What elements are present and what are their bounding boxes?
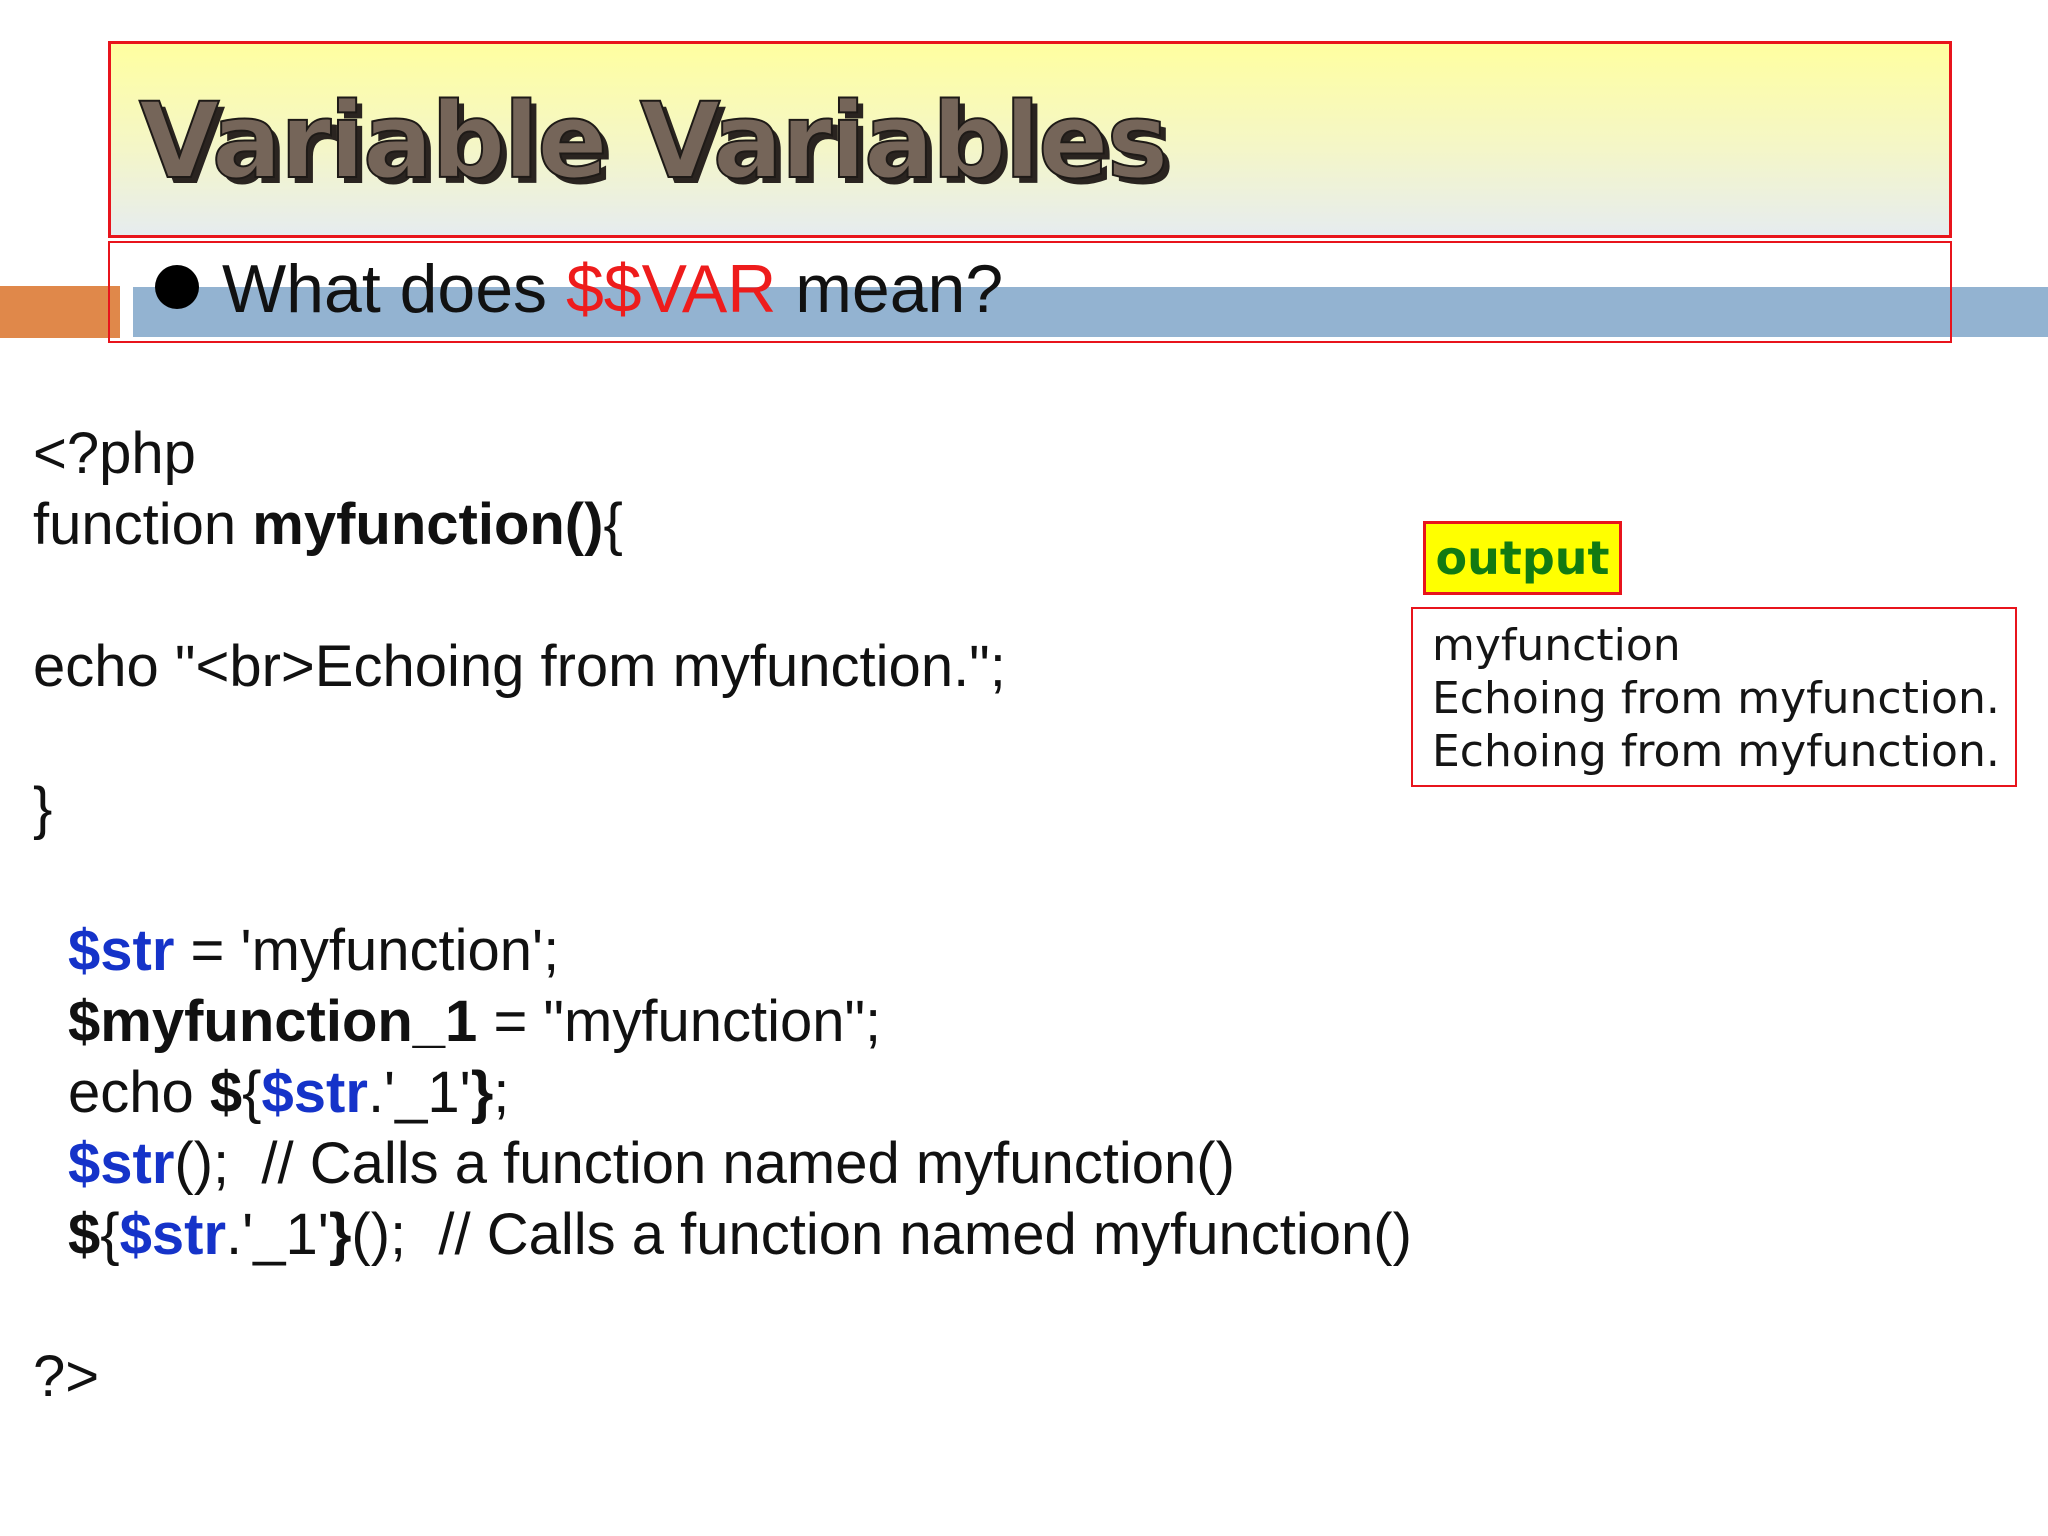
code-brace: { — [603, 492, 623, 557]
code-keyword: echo — [68, 1060, 210, 1125]
code-function-name: myfunction() — [252, 492, 604, 557]
code-text: (); // Calls a function named myfunction… — [174, 1131, 1235, 1196]
code-text: = 'myfunction'; — [174, 918, 560, 983]
code-variable: $str — [68, 918, 175, 983]
code-line: echo ${$str.'_1'}; — [33, 1057, 1412, 1128]
code-variable-bold: $myfunction_1 — [68, 989, 478, 1054]
code-brace: { — [242, 1060, 262, 1125]
code-dollar: $ — [209, 1060, 243, 1125]
output-box: myfunction Echoing from myfunction. Echo… — [1411, 607, 2017, 787]
code-dollar: $ — [68, 1202, 101, 1267]
code-text: = "myfunction"; — [477, 989, 882, 1054]
code-text: ; — [493, 1060, 510, 1125]
output-line: myfunction — [1432, 620, 1681, 671]
code-variable: $str — [261, 1060, 368, 1125]
code-text: .'_1' — [367, 1060, 471, 1125]
code-line: function myfunction(){ — [33, 489, 1412, 560]
slide: Variable Variables What does $$VAR mean?… — [0, 0, 2048, 1536]
code-block: <?php function myfunction(){ echo "<br>E… — [33, 418, 1412, 1412]
code-line: echo "<br>Echoing from myfunction."; — [33, 634, 1006, 699]
code-variable: $str — [68, 1131, 175, 1196]
code-brace: } — [328, 1202, 352, 1267]
output-label: output — [1423, 521, 1622, 595]
bullet-text-highlight: $$VAR — [565, 251, 777, 327]
code-line: } — [33, 776, 53, 841]
bullet-dot-icon — [155, 265, 199, 309]
code-variable: $str — [119, 1202, 227, 1267]
code-brace: { — [100, 1202, 120, 1267]
bullet-text: What does $$VAR mean? — [222, 255, 1003, 323]
code-line: ?> — [33, 1344, 100, 1409]
bullet-box: What does $$VAR mean? — [108, 241, 1952, 343]
code-line: $str = 'myfunction'; — [33, 915, 1412, 986]
code-keyword: function — [33, 492, 253, 557]
code-line: ${$str.'_1'}(); // Calls a function name… — [33, 1199, 1412, 1270]
bullet-text-before: What does — [222, 251, 566, 327]
code-line: $str(); // Calls a function named myfunc… — [33, 1128, 1412, 1199]
bullet-text-after: mean? — [776, 251, 1004, 327]
title-box: Variable Variables — [108, 41, 1952, 238]
output-line: Echoing from myfunction. — [1432, 726, 2000, 777]
code-text: .'_1' — [226, 1202, 329, 1267]
slide-title: Variable Variables — [138, 80, 1170, 202]
accent-bar-orange — [0, 286, 120, 338]
code-brace: } — [470, 1060, 494, 1125]
code-line: <?php — [33, 421, 196, 486]
output-line: Echoing from myfunction. — [1432, 673, 2000, 724]
code-line: $myfunction_1 = "myfunction"; — [33, 986, 1412, 1057]
code-text: (); // Calls a function named myfunction… — [351, 1202, 1412, 1267]
